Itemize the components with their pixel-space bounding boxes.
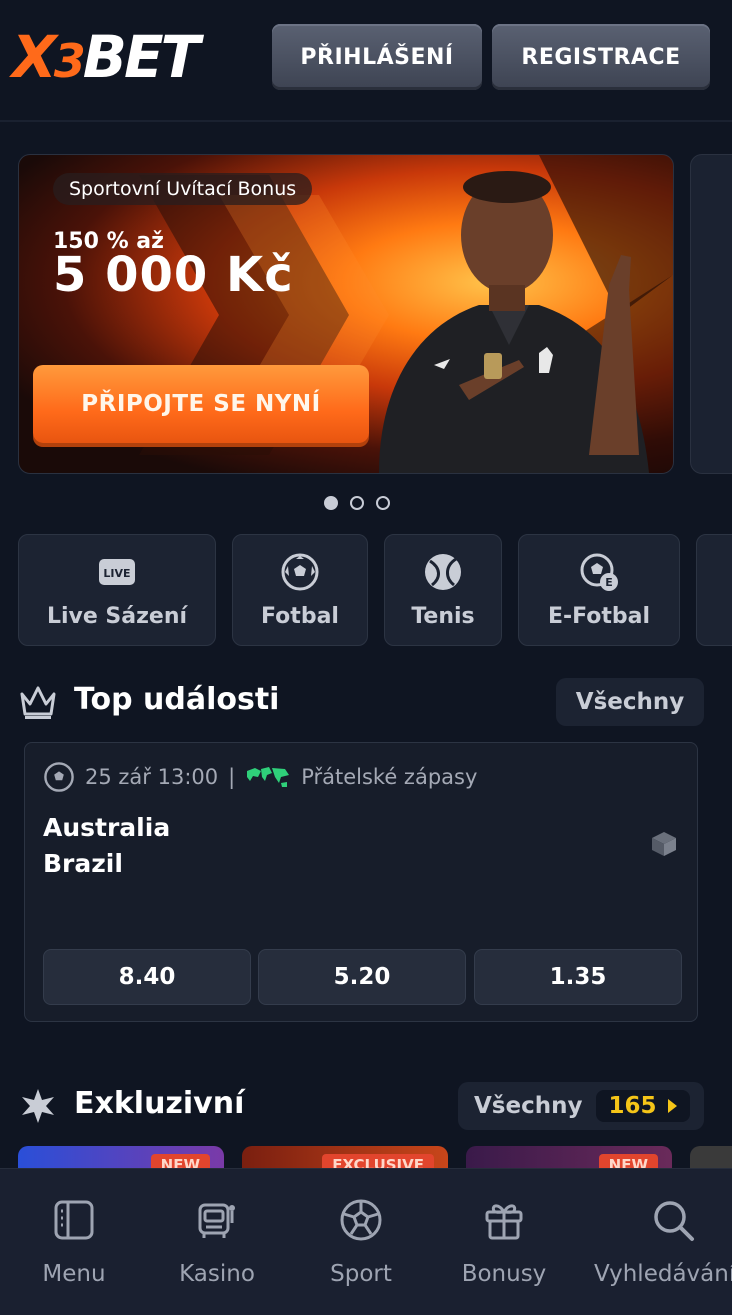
nav-label: Menu — [42, 1261, 106, 1287]
svg-text:LIVE: LIVE — [103, 567, 130, 580]
category-more-peek[interactable] — [696, 534, 732, 646]
exclusive-title: Exkluzivní — [74, 1086, 245, 1121]
category-live[interactable]: LIVE Live Sázení — [18, 534, 216, 646]
carousel-dot[interactable] — [324, 496, 338, 510]
menu-icon — [54, 1200, 94, 1240]
player-photo — [379, 171, 649, 473]
nav-label: Sport — [330, 1261, 392, 1287]
svg-text:E: E — [605, 576, 613, 589]
register-button[interactable]: REGISTRACE — [492, 24, 710, 90]
event-meta: 25 zář 13:00 | Přátelské zápasy — [43, 761, 477, 793]
world-map-icon — [247, 767, 290, 787]
star-burst-icon — [22, 1089, 54, 1123]
category-label: E-Fotbal — [547, 603, 651, 629]
top-events-all-button[interactable]: Všechny — [556, 678, 704, 726]
bonus-amount: 5 000 Kč — [53, 247, 294, 303]
search-icon — [654, 1201, 694, 1241]
bonus-pill: Sportovní Uvítací Bonus — [53, 173, 313, 205]
top-events-title: Top události — [74, 682, 280, 717]
meta-separator: | — [228, 765, 236, 789]
efootball-icon: E — [580, 553, 618, 591]
nav-bonuses[interactable]: Bonusy — [448, 1169, 560, 1315]
login-button[interactable]: PŘIHLÁŠENÍ — [272, 24, 482, 90]
nav-casino[interactable]: Kasino — [160, 1169, 274, 1315]
carousel-dot[interactable] — [350, 496, 364, 510]
odd-home[interactable]: 8.40 — [43, 949, 251, 1005]
nav-sport[interactable]: Sport — [308, 1169, 414, 1315]
event-datetime: 25 zář 13:00 — [85, 765, 219, 789]
category-label: Live Sázení — [46, 603, 188, 629]
nav-menu[interactable]: Menu — [20, 1169, 128, 1315]
chevron-right-icon — [668, 1099, 678, 1113]
football-icon — [281, 553, 319, 590]
carousel-dots — [324, 496, 390, 510]
football-icon — [340, 1199, 382, 1241]
nav-search[interactable]: Vyhledávání — [594, 1169, 732, 1315]
next-banner-peek[interactable] — [690, 154, 732, 474]
category-tennis[interactable]: Tenis — [384, 534, 502, 646]
nav-label: Bonusy — [461, 1261, 547, 1287]
app-header: X3BET PŘIHLÁŠENÍ REGISTRACE — [0, 0, 732, 122]
bottom-navigation: Menu Kasino Sport Bonusy Vyhledávání — [0, 1168, 732, 1315]
nav-label: Kasino — [179, 1261, 255, 1287]
carousel-dot[interactable] — [376, 496, 390, 510]
tennis-icon — [425, 553, 461, 590]
live-icon: LIVE — [99, 558, 135, 585]
category-football[interactable]: Fotbal — [232, 534, 368, 646]
logo[interactable]: X3BET — [12, 24, 200, 94]
category-efootball[interactable]: E E-Fotbal — [518, 534, 680, 646]
event-league: Přátelské zápasy — [301, 765, 478, 789]
slot-machine-icon — [198, 1203, 235, 1238]
bet-builder-icon[interactable] — [649, 829, 679, 859]
exclusive-all-label: Všechny — [474, 1093, 583, 1119]
nav-label: Vyhledávání — [594, 1261, 732, 1287]
exclusive-count: 165 — [608, 1093, 657, 1119]
team-home: Australia — [43, 813, 171, 842]
promo-banner[interactable]: Sportovní Uvítací Bonus 150 % až 5 000 K… — [18, 154, 674, 474]
odd-away[interactable]: 1.35 — [474, 949, 682, 1005]
odd-draw[interactable]: 5.20 — [258, 949, 466, 1005]
category-label: Tenis — [411, 603, 475, 629]
join-now-button[interactable]: PŘIPOJTE SE NYNÍ — [33, 365, 369, 443]
gift-icon — [485, 1204, 523, 1240]
crown-icon — [20, 686, 56, 719]
team-away: Brazil — [43, 849, 123, 878]
event-card[interactable]: 25 zář 13:00 | Přátelské zápasy Australi… — [24, 742, 698, 1022]
football-icon — [44, 762, 74, 792]
category-label: Fotbal — [261, 603, 339, 629]
exclusive-all-button[interactable]: Všechny 165 — [458, 1082, 704, 1130]
exclusive-count-badge: 165 — [596, 1090, 691, 1122]
